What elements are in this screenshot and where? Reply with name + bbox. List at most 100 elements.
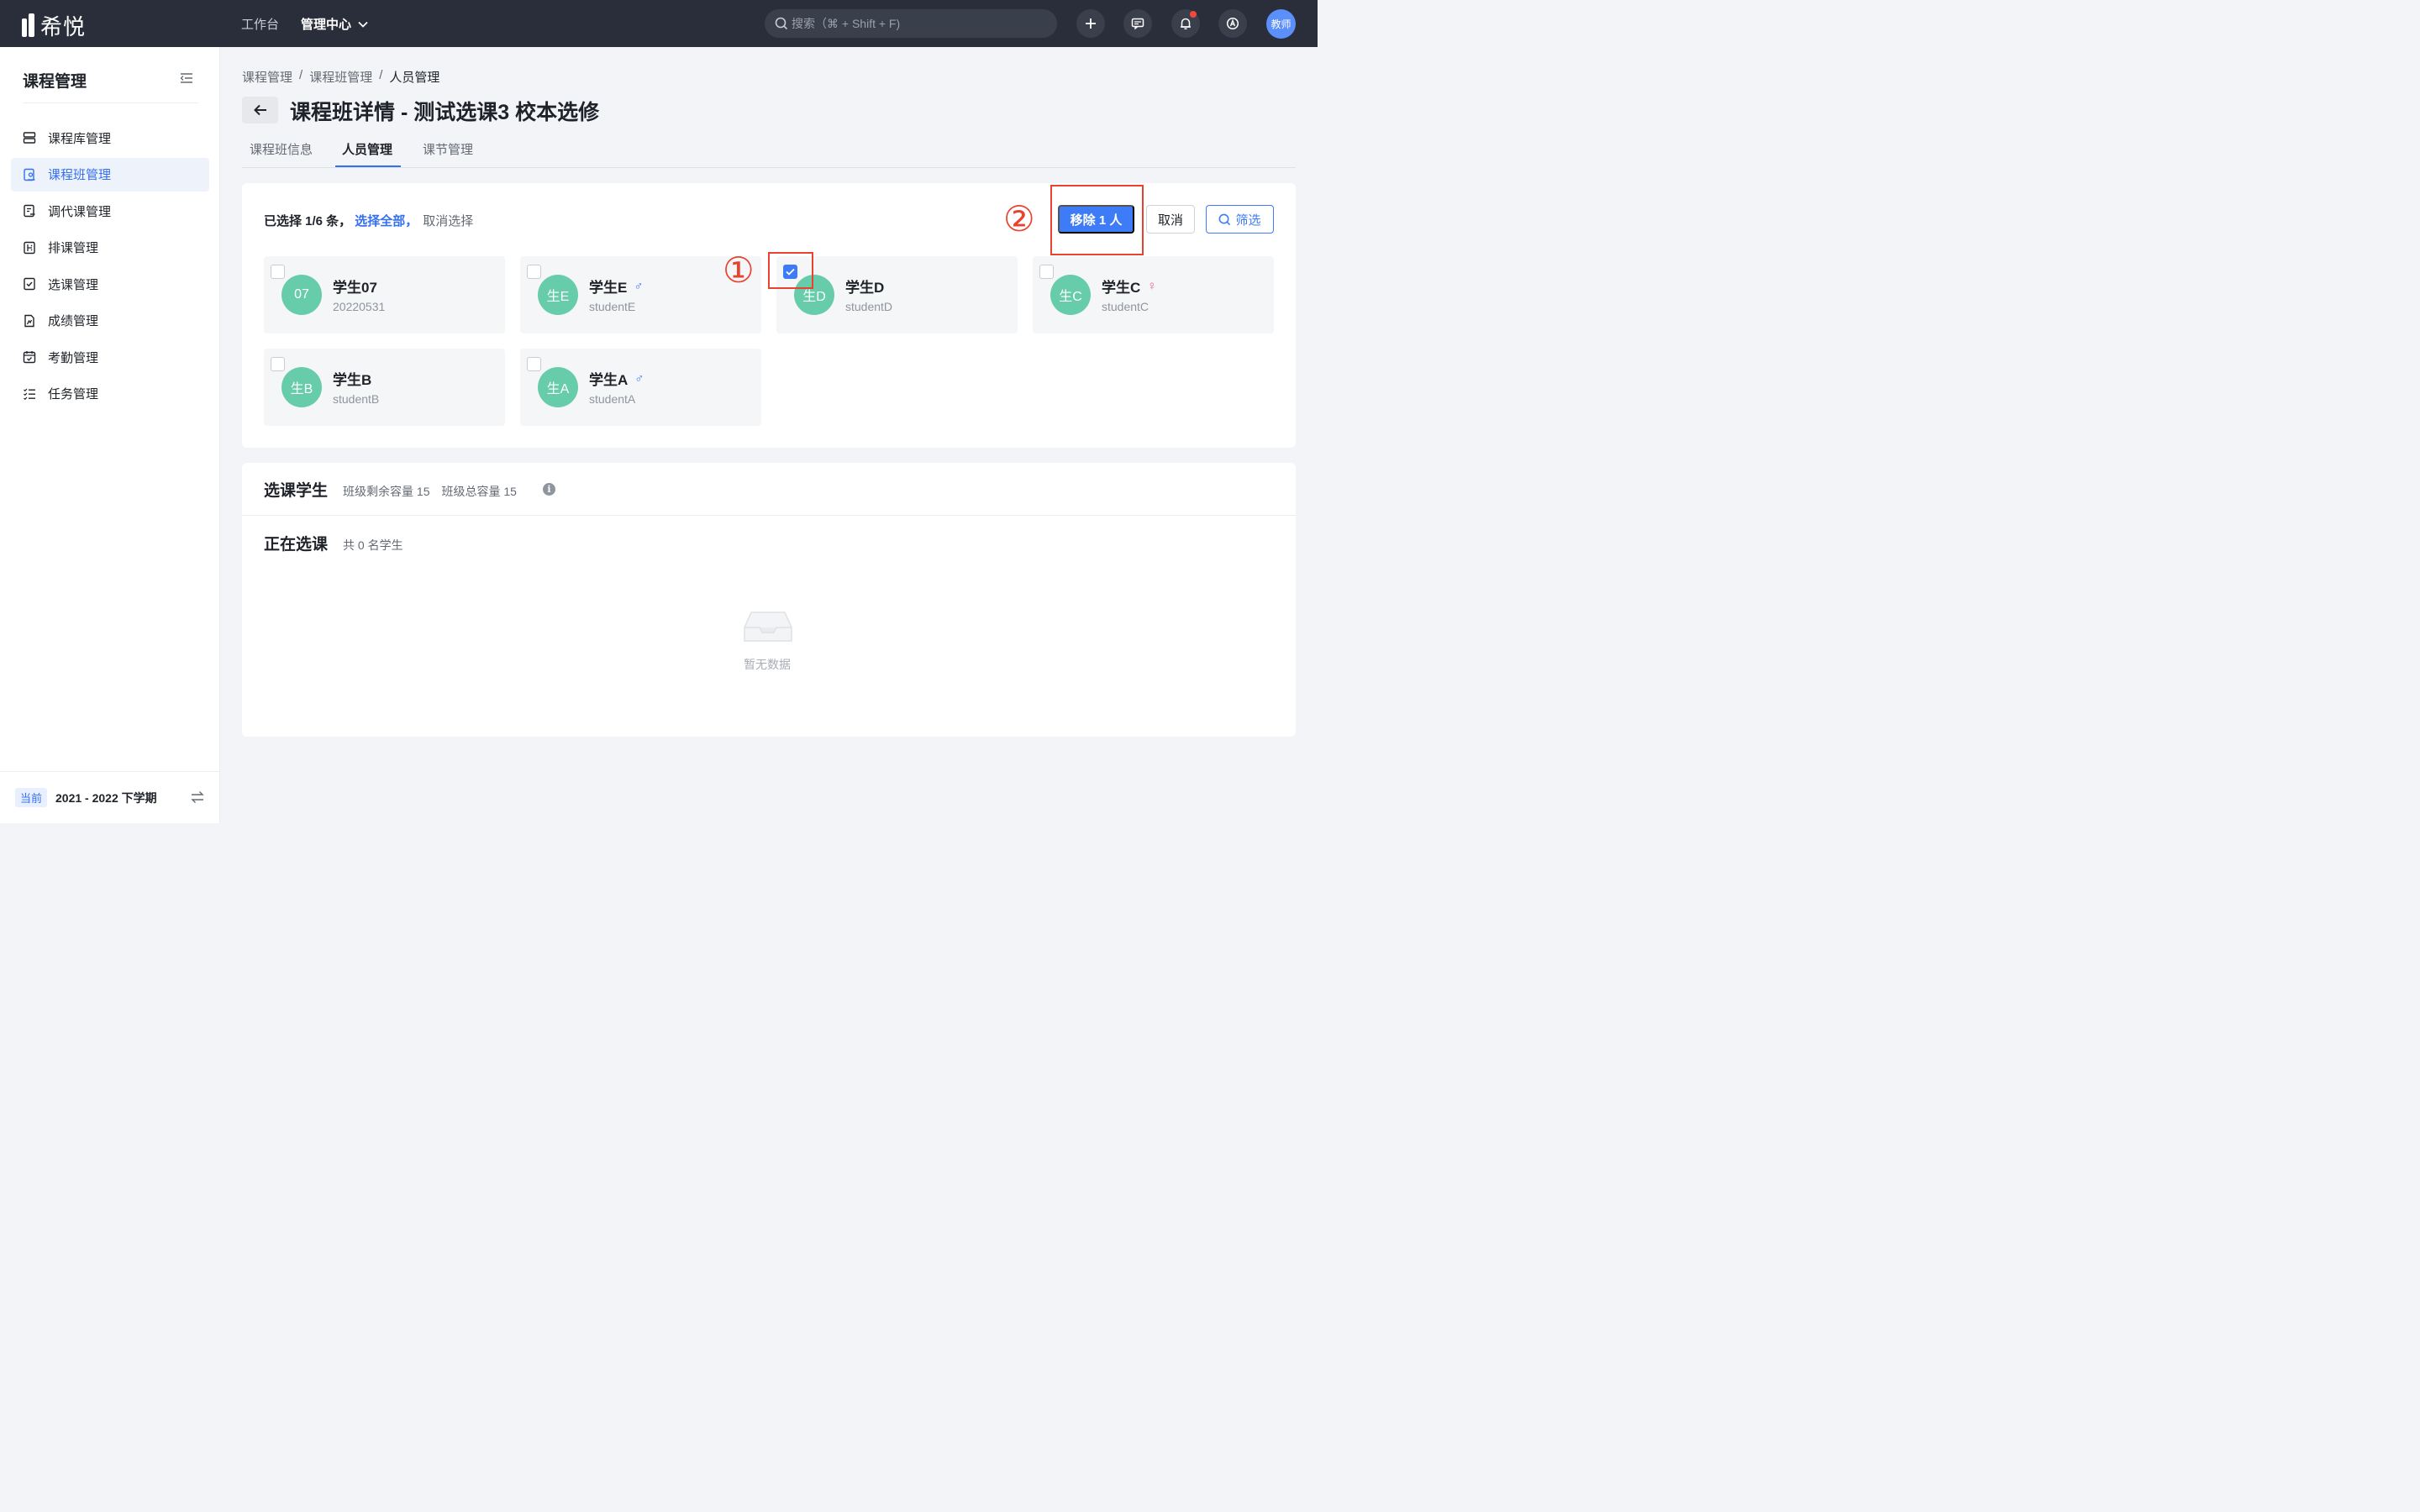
cancel-selection-link[interactable]: 取消选择 [423, 212, 473, 229]
breadcrumb: 课程管理 / 课程班管理 / 人员管理 [242, 68, 439, 86]
app-switch-button[interactable] [1218, 9, 1247, 38]
sidebar-item-label: 考勤管理 [48, 350, 99, 365]
student-name: 学生A [589, 372, 629, 388]
nav-admin-label: 管理中心 [301, 18, 352, 32]
filter-button[interactable]: 筛选 [1206, 205, 1274, 234]
remaining-capacity: 班级剩余容量 15 [343, 485, 430, 498]
selecting-header: 正在选课 共 0 名学生 [264, 532, 403, 554]
tab-personnel[interactable]: 人员管理 [342, 140, 392, 158]
sidebar-item-course-library[interactable]: 课程库管理 [11, 121, 209, 155]
sidebar-item-label: 调代课管理 [48, 204, 112, 219]
active-tab-indicator [335, 165, 401, 167]
avatar: 07 [281, 275, 322, 315]
plus-icon [1086, 18, 1096, 29]
current-term-tag: 当前 [15, 788, 48, 807]
student-name: 学生B [333, 372, 372, 388]
sidebar-item-attendance[interactable]: 考勤管理 [11, 340, 209, 374]
sidebar-item-label: 成绩管理 [48, 314, 99, 328]
sidebar-item-schedule[interactable]: 排课管理 [11, 231, 209, 265]
top-bar: 希悦 工作台 管理中心 搜索（⌘ + Shift + F) 教师 [0, 0, 1318, 47]
back-button[interactable] [242, 97, 278, 123]
tab-class-info[interactable]: 课程班信息 [250, 140, 313, 158]
student-checkbox[interactable] [271, 357, 285, 371]
student-checkbox[interactable] [271, 265, 285, 279]
nav-admin-center[interactable]: 管理中心 [301, 15, 368, 33]
breadcrumb-separator: / [379, 68, 383, 82]
sidebar-item-course-class[interactable]: 课程班管理 [11, 157, 209, 192]
student-checkbox[interactable] [1039, 265, 1054, 279]
schedule-icon [22, 240, 37, 255]
student-name: 学生07 [333, 280, 377, 296]
student-card[interactable]: 07 学生07 20220531 [264, 256, 505, 333]
sidebar-item-label: 课程库管理 [48, 131, 112, 146]
sidebar-item-selection[interactable]: 选课管理 [11, 267, 209, 301]
male-icon: ♂ [634, 371, 644, 386]
swap-icon[interactable] [191, 790, 204, 804]
search-input[interactable]: 搜索（⌘ + Shift + F) [765, 9, 1057, 38]
section-title: 选课学生 [264, 482, 329, 500]
sidebar-item-task[interactable]: 任务管理 [11, 377, 209, 411]
total-capacity: 班级总容量 15 [441, 485, 517, 498]
avatar: 生A [538, 367, 578, 407]
add-button[interactable] [1076, 9, 1105, 38]
student-name: 学生D [845, 280, 885, 296]
app-icon [1226, 17, 1239, 30]
avatar: 生C [1050, 275, 1091, 315]
tab-lessons[interactable]: 课节管理 [423, 140, 473, 158]
chat-icon [1131, 18, 1144, 30]
student-id: studentB [333, 392, 380, 406]
selection-icon [22, 276, 37, 291]
tab-bar: 课程班信息 人员管理 课节管理 [242, 134, 1296, 168]
user-avatar[interactable]: 教师 [1266, 9, 1296, 39]
section-title: 正在选课 [264, 536, 329, 554]
sidebar-menu: 课程库管理 课程班管理 调代课管理 排课管理 选课管理 成绩管理 考勤管理 任务… [11, 121, 209, 413]
search-icon [775, 17, 788, 30]
substitute-icon [22, 203, 37, 218]
student-name: 学生C [1102, 280, 1141, 296]
select-all-link[interactable]: 选择全部， [355, 212, 418, 229]
sidebar-item-substitute[interactable]: 调代课管理 [11, 194, 209, 228]
student-card[interactable]: 生C 学生C ♀ studentC [1033, 256, 1274, 333]
info-icon[interactable]: i [543, 483, 555, 496]
sidebar-item-grade[interactable]: 成绩管理 [11, 304, 209, 338]
student-name: 学生E [589, 280, 628, 296]
student-name-row: 学生A ♂ [589, 368, 644, 389]
student-name-row: 学生07 [333, 276, 377, 297]
logo-text: 希悦 [40, 14, 87, 39]
course-library-icon [22, 130, 37, 145]
selection-count: 已选择 1/6 条， [264, 214, 352, 228]
student-id: studentE [589, 300, 636, 313]
message-button[interactable] [1123, 9, 1152, 38]
chevron-down-icon [358, 21, 368, 28]
logo[interactable]: 希悦 [20, 10, 86, 41]
logo-icon [20, 13, 39, 39]
current-term: 2021 - 2022 下学期 [55, 790, 157, 805]
notification-button[interactable] [1171, 9, 1200, 38]
remove-button[interactable]: 移除 1 人 [1058, 205, 1134, 234]
arrow-left-icon [253, 104, 266, 116]
collapse-menu-icon[interactable] [180, 72, 193, 84]
student-card[interactable]: 生A 学生A ♂ studentA [520, 349, 761, 426]
student-name-row: 学生D [845, 276, 884, 297]
student-checkbox[interactable] [527, 265, 541, 279]
attendance-icon [22, 349, 37, 365]
term-selector[interactable]: 当前 2021 - 2022 下学期 [0, 771, 219, 823]
student-name-row: 学生E ♂ [589, 276, 644, 297]
student-selection-card: 已选择 1/6 条， 选择全部， 取消选择 ② 移除 1 人 取消 筛选 07 … [242, 183, 1296, 448]
notification-dot [1190, 11, 1197, 18]
nav-workbench[interactable]: 工作台 [241, 15, 279, 33]
section-divider [242, 515, 1296, 516]
selection-info: 已选择 1/6 条， 选择全部， 取消选择 [264, 212, 473, 229]
student-id: studentA [589, 392, 636, 406]
student-name-row: 学生B [333, 368, 371, 389]
student-id: 20220531 [333, 300, 386, 313]
breadcrumb-course-management[interactable]: 课程管理 [242, 68, 292, 86]
student-checkbox[interactable] [527, 357, 541, 371]
student-name-row: 学生C ♀ [1102, 276, 1157, 297]
grade-icon [22, 313, 37, 328]
page-title: 课程班详情 - 测试选课3 校本选修 [290, 101, 600, 124]
cancel-button[interactable]: 取消 [1146, 205, 1195, 234]
breadcrumb-course-class[interactable]: 课程班管理 [309, 68, 372, 86]
student-card[interactable]: 生B 学生B studentB [264, 349, 505, 426]
filter-button-label: 筛选 [1235, 213, 1261, 228]
